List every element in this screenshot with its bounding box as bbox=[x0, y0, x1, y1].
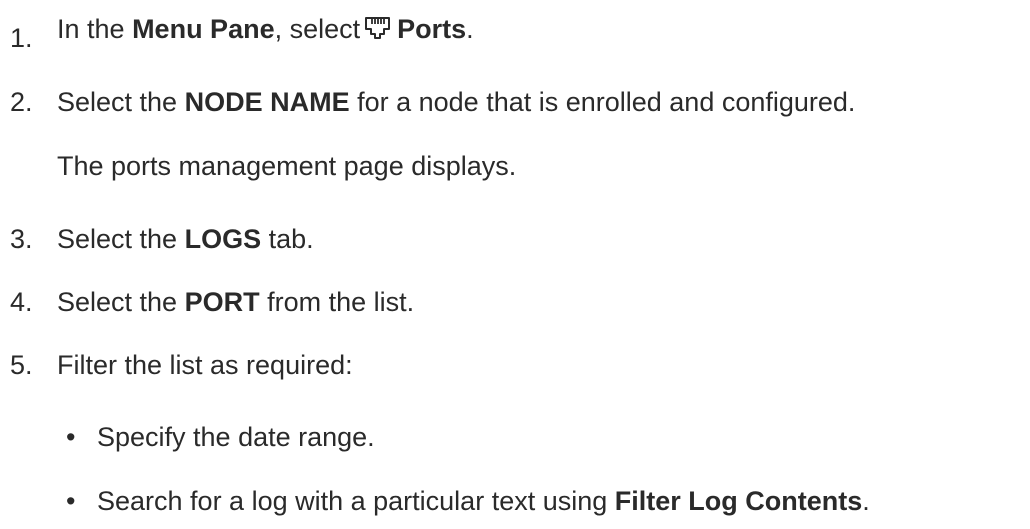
bullet-text: Specify the date range. bbox=[97, 422, 375, 452]
port-label: PORT bbox=[184, 287, 260, 317]
step-text: In the bbox=[57, 14, 133, 44]
step-text: Filter the list as required: bbox=[57, 350, 353, 380]
bullet-item: • Search for a log with a particular text… bbox=[66, 486, 870, 517]
bullet-marker: • bbox=[66, 486, 76, 516]
step-1: 1. In the Menu Pane, select Ports. bbox=[10, 14, 474, 53]
ethernet-port-icon bbox=[364, 16, 391, 40]
step-text: for a node that is enrolled and configur… bbox=[349, 87, 856, 117]
step-3: 3. Select the LOGS tab. bbox=[10, 224, 314, 255]
bullet-text: . bbox=[862, 486, 870, 516]
node-name-label: NODE NAME bbox=[184, 87, 350, 117]
logs-label: LOGS bbox=[184, 224, 262, 254]
bullet-marker: • bbox=[66, 422, 76, 452]
menu-pane-label: Menu Pane bbox=[132, 14, 275, 44]
step-text: Select the bbox=[57, 224, 185, 254]
step-text: Select the bbox=[57, 287, 185, 317]
step-number: 5. bbox=[10, 350, 33, 380]
ports-label: Ports bbox=[397, 14, 467, 44]
step-2: 2. Select the NODE NAME for a node that i… bbox=[10, 87, 855, 118]
filter-log-contents-label: Filter Log Contents bbox=[614, 486, 863, 516]
step-2-note: The ports management page displays. bbox=[57, 151, 517, 181]
step-number: 4. bbox=[10, 287, 33, 317]
step-text: Select the bbox=[57, 87, 185, 117]
step-4: 4. Select the PORT from the list. bbox=[10, 287, 414, 318]
bullet-text: Search for a log with a particular text … bbox=[97, 486, 615, 516]
step-number: 1. bbox=[10, 23, 33, 53]
step-text: . bbox=[466, 14, 474, 44]
step-5: 5. Filter the list as required: bbox=[10, 350, 353, 381]
step-text: from the list. bbox=[259, 287, 415, 317]
step-number: 2. bbox=[10, 87, 33, 117]
step-text: , select bbox=[274, 14, 361, 44]
step-number: 3. bbox=[10, 224, 33, 254]
step-text: tab. bbox=[261, 224, 314, 254]
bullet-item: • Specify the date range. bbox=[66, 422, 375, 453]
